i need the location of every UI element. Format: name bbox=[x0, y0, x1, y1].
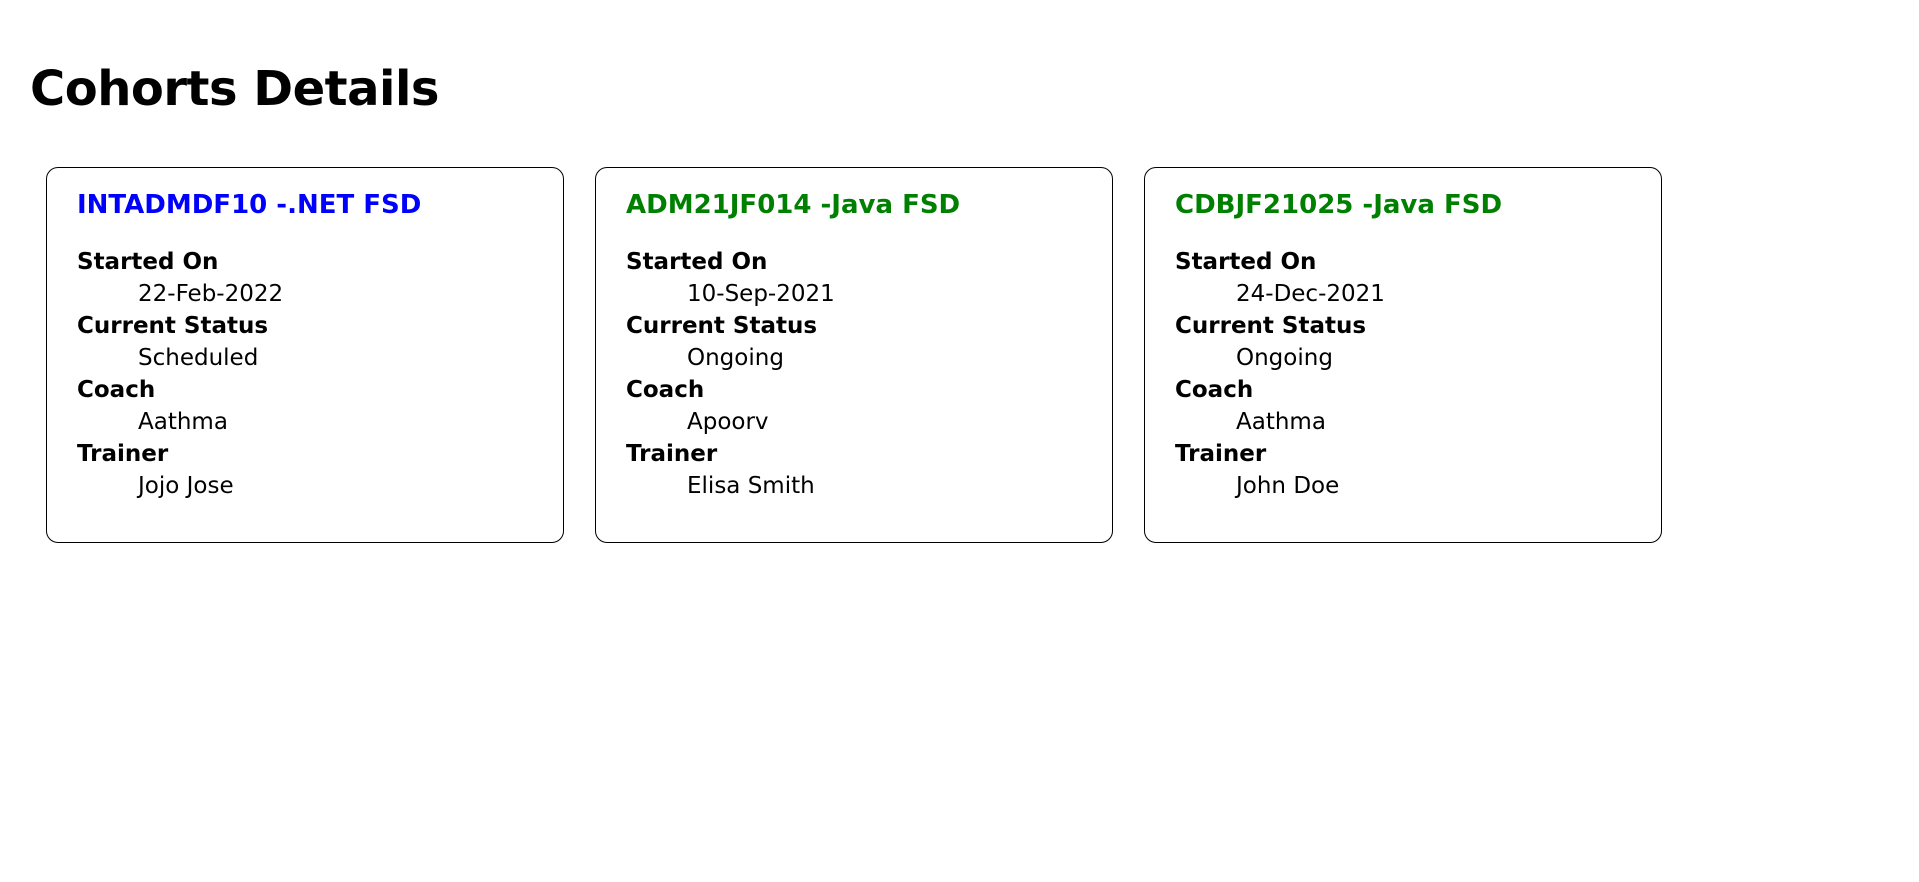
current-status-value: Scheduled bbox=[138, 345, 259, 371]
current-status-label: Current Status bbox=[77, 313, 269, 339]
page: Cohorts Details INTADMDF10 -.NET FSD Sta… bbox=[0, 0, 1919, 882]
cohort-card: ADM21JF014 -Java FSD Started On 10-Sep-2… bbox=[595, 167, 1113, 543]
page-title: Cohorts Details bbox=[30, 61, 439, 117]
cohort-card: INTADMDF10 -.NET FSD Started On 22-Feb-2… bbox=[46, 167, 564, 543]
coach-label: Coach bbox=[77, 377, 156, 403]
started-on-value: 10-Sep-2021 bbox=[687, 281, 835, 307]
current-status-value: Ongoing bbox=[687, 345, 784, 371]
cohort-title: INTADMDF10 -.NET FSD bbox=[77, 190, 422, 220]
trainer-value: John Doe bbox=[1236, 473, 1340, 499]
current-status-label: Current Status bbox=[626, 313, 818, 339]
coach-value: Apoorv bbox=[687, 409, 769, 435]
cohort-title: CDBJF21025 -Java FSD bbox=[1175, 190, 1503, 220]
cohort-card-list: INTADMDF10 -.NET FSD Started On 22-Feb-2… bbox=[46, 167, 1662, 543]
started-on-value: 24-Dec-2021 bbox=[1236, 281, 1385, 307]
trainer-label: Trainer bbox=[626, 441, 718, 467]
started-on-label: Started On bbox=[1175, 249, 1317, 275]
cohort-details: Started On 24-Dec-2021 Current Status On… bbox=[1175, 246, 1631, 502]
coach-label: Coach bbox=[626, 377, 705, 403]
current-status-value: Ongoing bbox=[1236, 345, 1333, 371]
started-on-label: Started On bbox=[626, 249, 768, 275]
current-status-label: Current Status bbox=[1175, 313, 1367, 339]
cohort-details: Started On 10-Sep-2021 Current Status On… bbox=[626, 246, 1082, 502]
coach-label: Coach bbox=[1175, 377, 1254, 403]
cohort-card: CDBJF21025 -Java FSD Started On 24-Dec-2… bbox=[1144, 167, 1662, 543]
cohort-title: ADM21JF014 -Java FSD bbox=[626, 190, 961, 220]
started-on-value: 22-Feb-2022 bbox=[138, 281, 284, 307]
trainer-value: Elisa Smith bbox=[687, 473, 815, 499]
coach-value: Aathma bbox=[1236, 409, 1326, 435]
trainer-value: Jojo Jose bbox=[138, 473, 234, 499]
trainer-label: Trainer bbox=[77, 441, 169, 467]
coach-value: Aathma bbox=[138, 409, 228, 435]
started-on-label: Started On bbox=[77, 249, 219, 275]
cohort-details: Started On 22-Feb-2022 Current Status Sc… bbox=[77, 246, 533, 502]
trainer-label: Trainer bbox=[1175, 441, 1267, 467]
